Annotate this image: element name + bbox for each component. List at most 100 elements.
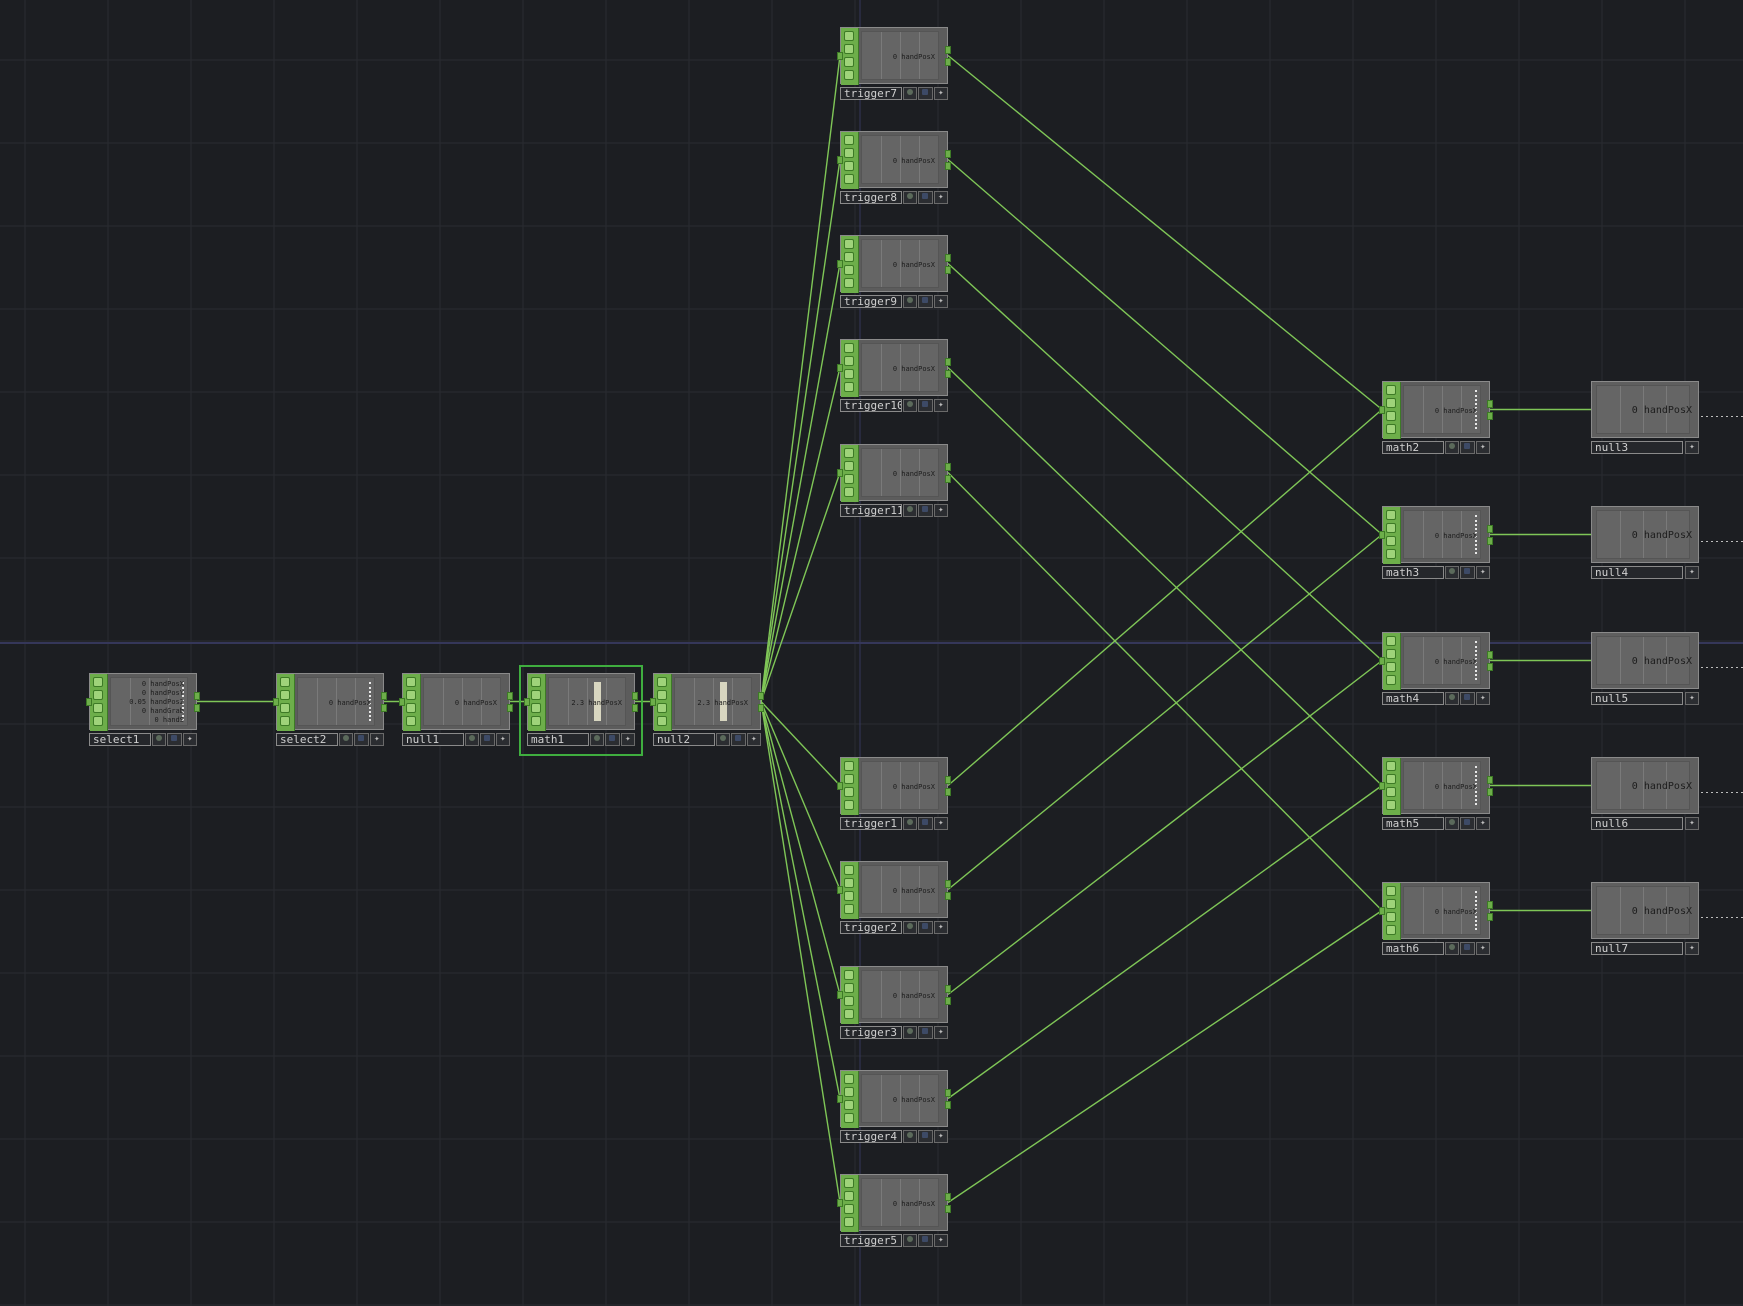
node-viewer-frame[interactable]: 0 handPosX xyxy=(1591,506,1699,563)
cook-icon[interactable] xyxy=(844,1074,854,1084)
node-null1[interactable]: 0 handPosX null1 ✦ xyxy=(399,673,513,748)
cook-icon[interactable] xyxy=(406,677,416,687)
node-null4[interactable]: 0 handPosX null4 ✦ xyxy=(1591,506,1699,581)
output-port[interactable] xyxy=(945,788,951,796)
add-icon[interactable]: ✦ xyxy=(1475,692,1490,705)
node-name[interactable]: null3 xyxy=(1591,441,1683,454)
output-port[interactable] xyxy=(945,150,951,158)
lock-flag-icon[interactable] xyxy=(354,733,369,746)
bypass-flag-icon[interactable] xyxy=(903,1026,918,1039)
add-icon[interactable]: ✦ xyxy=(933,504,948,517)
pencil-icon[interactable] xyxy=(844,1113,854,1123)
pencil-icon[interactable] xyxy=(844,278,854,288)
pencil-icon[interactable] xyxy=(844,174,854,184)
lock-flag-icon[interactable] xyxy=(605,733,620,746)
lock-flag-icon[interactable] xyxy=(918,1234,933,1247)
lock-flag-icon[interactable] xyxy=(1460,942,1475,955)
node-trigger8[interactable]: 0 handPosX trigger8 ✦ xyxy=(837,131,951,206)
add-icon[interactable]: ✦ xyxy=(933,295,948,308)
output-port[interactable] xyxy=(758,704,764,712)
node-viewer-frame[interactable]: 0 handPosX xyxy=(1379,381,1493,439)
node-flag-strip[interactable] xyxy=(841,1071,859,1128)
cook-icon[interactable] xyxy=(844,761,854,771)
output-port[interactable] xyxy=(194,704,200,712)
output-port[interactable] xyxy=(945,162,951,170)
node-flag-strip[interactable] xyxy=(841,758,859,815)
add-icon[interactable]: ✦ xyxy=(1685,817,1699,830)
node-viewer-frame[interactable]: 0 handPosX xyxy=(1379,757,1493,815)
node-trigger2[interactable]: 0 handPosX trigger2 ✦ xyxy=(837,861,951,936)
node-flag-strip[interactable] xyxy=(1383,758,1401,815)
input-port[interactable] xyxy=(524,698,530,706)
input-port[interactable] xyxy=(1379,657,1385,665)
bypass-flag-icon[interactable] xyxy=(903,87,918,100)
node-trigger4[interactable]: 0 handPosX trigger4 ✦ xyxy=(837,1070,951,1145)
node-viewer-frame[interactable]: 0 handPosX xyxy=(399,673,513,731)
add-icon[interactable]: ✦ xyxy=(933,87,948,100)
node-name[interactable]: math1 xyxy=(527,733,589,746)
output-port[interactable] xyxy=(945,46,951,54)
cook-icon[interactable] xyxy=(844,343,854,353)
lock-flag-icon[interactable] xyxy=(1460,692,1475,705)
node-trigger1[interactable]: 0 handPosX trigger1 ✦ xyxy=(837,757,951,832)
node-name[interactable]: trigger8 xyxy=(840,191,902,204)
node-viewer-frame[interactable]: 0 handPosX xyxy=(837,966,951,1024)
bypass-flag-icon[interactable] xyxy=(903,1130,918,1143)
node-viewer-frame[interactable]: 0 handPosX xyxy=(1591,882,1699,939)
node-name[interactable]: math5 xyxy=(1382,817,1444,830)
input-port[interactable] xyxy=(837,886,843,894)
pencil-icon[interactable] xyxy=(1386,675,1396,685)
output-port[interactable] xyxy=(1487,412,1493,420)
lock-flag-icon[interactable] xyxy=(1460,566,1475,579)
add-icon[interactable]: ✦ xyxy=(933,399,948,412)
input-port[interactable] xyxy=(273,698,279,706)
arrow-icon[interactable] xyxy=(93,703,103,713)
pin-icon[interactable] xyxy=(844,148,854,158)
node-viewer-frame[interactable]: 0 handPosX xyxy=(1591,381,1699,438)
node-name[interactable]: trigger5 xyxy=(840,1234,902,1247)
output-port[interactable] xyxy=(1487,776,1493,784)
node-name[interactable]: math6 xyxy=(1382,942,1444,955)
node-viewer-frame[interactable]: 0 handPosX xyxy=(837,131,951,189)
add-icon[interactable]: ✦ xyxy=(1685,441,1699,454)
bypass-flag-icon[interactable] xyxy=(903,1234,918,1247)
node-viewer-frame[interactable]: 0 handPosX xyxy=(837,1070,951,1128)
cook-icon[interactable] xyxy=(1386,636,1396,646)
pencil-icon[interactable] xyxy=(1386,925,1396,935)
add-icon[interactable]: ✦ xyxy=(933,921,948,934)
node-flag-strip[interactable] xyxy=(841,340,859,397)
node-viewer-frame[interactable]: 0 handPosX xyxy=(837,27,951,85)
arrow-icon[interactable] xyxy=(1386,411,1396,421)
pin-icon[interactable] xyxy=(1386,398,1396,408)
lock-flag-icon[interactable] xyxy=(918,921,933,934)
output-port[interactable] xyxy=(1487,663,1493,671)
arrow-icon[interactable] xyxy=(406,703,416,713)
cook-icon[interactable] xyxy=(844,970,854,980)
output-port[interactable] xyxy=(1487,400,1493,408)
pencil-icon[interactable] xyxy=(844,487,854,497)
output-port[interactable] xyxy=(945,358,951,366)
add-icon[interactable]: ✦ xyxy=(1475,942,1490,955)
node-trigger9[interactable]: 0 handPosX trigger9 ✦ xyxy=(837,235,951,310)
output-port[interactable] xyxy=(945,1101,951,1109)
node-viewer-frame[interactable]: 0 handPosX xyxy=(1379,506,1493,564)
node-name[interactable]: trigger9 xyxy=(840,295,902,308)
node-flag-strip[interactable] xyxy=(1383,507,1401,564)
bypass-flag-icon[interactable] xyxy=(339,733,354,746)
pencil-icon[interactable] xyxy=(844,382,854,392)
pin-icon[interactable] xyxy=(1386,523,1396,533)
pencil-icon[interactable] xyxy=(844,1217,854,1227)
lock-flag-icon[interactable] xyxy=(918,1026,933,1039)
add-icon[interactable]: ✦ xyxy=(933,1026,948,1039)
arrow-icon[interactable] xyxy=(844,161,854,171)
output-port[interactable] xyxy=(945,892,951,900)
bypass-flag-icon[interactable] xyxy=(903,399,918,412)
node-null7[interactable]: 0 handPosX null7 ✦ xyxy=(1591,882,1699,957)
output-port[interactable] xyxy=(945,254,951,262)
output-port[interactable] xyxy=(945,463,951,471)
pin-icon[interactable] xyxy=(844,252,854,262)
add-icon[interactable]: ✦ xyxy=(1685,692,1699,705)
lock-flag-icon[interactable] xyxy=(731,733,746,746)
node-flag-strip[interactable] xyxy=(841,1175,859,1232)
pencil-icon[interactable] xyxy=(93,716,103,726)
